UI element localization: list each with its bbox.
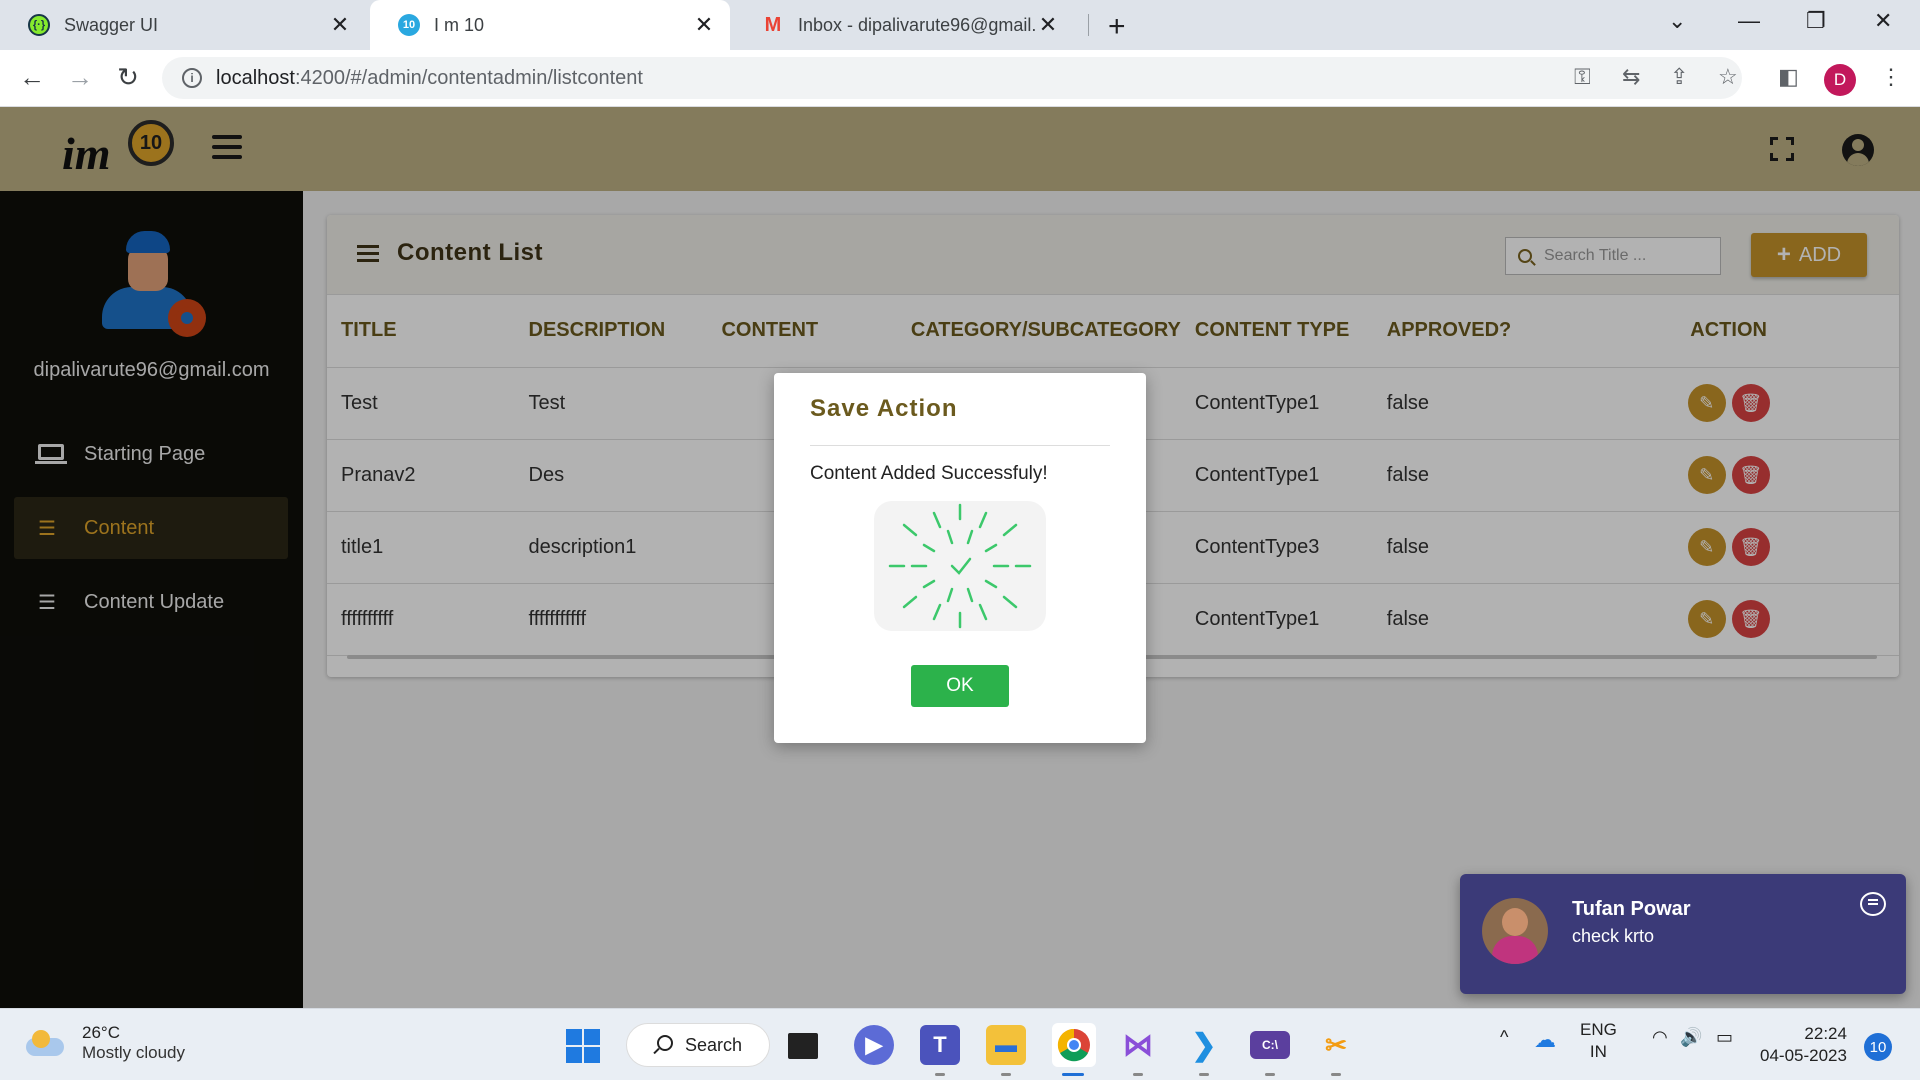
translate-icon[interactable]: ⇆ [1622,64,1640,90]
clock-time: 22:24 [1804,1024,1847,1043]
taskbar-search-label: Search [685,1034,743,1055]
running-indicator [935,1073,945,1076]
windows-start-icon[interactable] [566,1029,600,1063]
close-window-icon[interactable]: ✕ [1874,8,1892,34]
tab-title: Inbox - dipalivarute96@gmail.com [798,14,1036,35]
weather-widget[interactable]: 26°C Mostly cloudy [26,1023,185,1063]
gmail-icon: M [764,13,782,36]
url-path: :4200/#/admin/contentadmin/listcontent [294,66,643,89]
url-host: localhost [216,66,295,89]
success-check-icon [874,501,1046,631]
back-icon[interactable]: ← [14,62,50,93]
cloudy-weather-icon [26,1030,66,1056]
region-code: IN [1589,1042,1607,1061]
dialog-message: Content Added Successfuly! [810,463,1048,484]
clock-date: 04-05-2023 [1760,1046,1847,1065]
vscode-icon[interactable]: ❯ [1184,1025,1224,1065]
onedrive-icon[interactable]: ☁ [1534,1027,1556,1053]
chat-icon[interactable] [1860,892,1886,916]
restore-icon[interactable]: ❐ [1806,8,1826,34]
close-tab-icon[interactable]: ✕ [328,12,352,38]
visual-studio-icon[interactable]: ⋈ [1118,1025,1158,1065]
im10-icon: 10 [398,14,420,36]
notification-message: check krto [1572,926,1655,946]
sender-avatar [1482,898,1548,964]
swagger-icon: {·} [28,14,50,36]
tab-separator [1088,14,1089,36]
chrome-icon[interactable] [1052,1023,1096,1067]
tab-im10[interactable]: 10 I m 10 ✕ [370,0,730,50]
bookmark-star-icon[interactable]: ☆ [1718,64,1738,90]
active-indicator [1062,1073,1084,1076]
key-icon[interactable]: ⚿ [1574,64,1591,90]
wifi-icon[interactable]: ◠ [1652,1027,1668,1048]
address-bar: ← → ↻ i localhost:4200/#/admin/contentad… [0,50,1920,107]
running-indicator [1199,1073,1209,1076]
task-view-icon[interactable] [788,1033,818,1059]
save-action-dialog: Save Action Content Added Successfuly! O… [774,373,1146,743]
dialog-divider [810,445,1110,446]
volume-icon[interactable]: 🔊 [1680,1027,1702,1048]
share-icon[interactable]: ⇪ [1670,64,1688,90]
side-panel-icon[interactable]: ◧ [1778,64,1799,90]
file-explorer-icon[interactable]: ▬ [986,1025,1026,1065]
snipping-tool-icon[interactable]: ✂ [1316,1025,1356,1065]
show-hidden-icons-icon[interactable]: ^ [1500,1027,1508,1048]
taskbar-search[interactable]: Search [626,1023,770,1067]
sender-name: Tufan Powar [1572,898,1691,920]
reload-icon[interactable]: ↻ [110,62,146,93]
language-indicator[interactable]: ENG IN [1580,1019,1617,1063]
teams-icon[interactable]: T [920,1025,960,1065]
close-tab-icon[interactable]: ✕ [1036,12,1060,38]
browser-tab-bar: {·} Swagger UI ✕ 10 I m 10 ✕ M Inbox - d… [0,0,1920,50]
url-text: localhost:4200/#/admin/contentadmin/list… [216,67,643,90]
battery-icon[interactable]: ▭ [1716,1027,1733,1048]
minimize-icon[interactable]: — [1738,8,1760,34]
teams-chat-icon[interactable]: ▶ [854,1025,894,1065]
windows-taskbar: 26°C Mostly cloudy Search ▶ T ▬ ⋈ ❯ C:\ … [0,1008,1920,1080]
notification-center-badge[interactable]: 10 [1864,1033,1892,1061]
url-field[interactable]: i localhost:4200/#/admin/contentadmin/li… [162,57,1742,99]
terminal-icon[interactable]: C:\ [1250,1031,1290,1059]
running-indicator [1331,1073,1341,1076]
ok-button[interactable]: OK [911,665,1009,707]
forward-icon[interactable]: → [62,62,98,93]
tab-title: Swagger UI [64,14,159,35]
system-clock[interactable]: 22:24 04-05-2023 [1760,1023,1847,1067]
running-indicator [1001,1073,1011,1076]
tab-title: I m 10 [434,14,485,35]
profile-avatar[interactable]: D [1824,64,1856,96]
site-info-icon[interactable]: i [182,68,202,88]
tab-search-icon[interactable]: ⌄ [1668,8,1686,34]
dialog-title: Save Action [810,395,958,422]
tab-swagger[interactable]: {·} Swagger UI ✕ [0,0,366,50]
language-code: ENG [1580,1020,1617,1039]
running-indicator [1133,1073,1143,1076]
weather-condition: Mostly cloudy [82,1043,185,1062]
new-tab-icon[interactable]: + [1108,10,1126,44]
running-indicator [1265,1073,1275,1076]
weather-temperature: 26°C [82,1023,120,1042]
search-icon [657,1035,673,1051]
more-menu-icon[interactable]: ⋮ [1880,64,1902,90]
close-tab-icon[interactable]: ✕ [692,12,716,38]
tab-gmail[interactable]: M Inbox - dipalivarute96@gmail.com ✕ [734,0,1074,50]
teams-notification-toast[interactable]: Tufan Powar check krto [1460,874,1906,994]
